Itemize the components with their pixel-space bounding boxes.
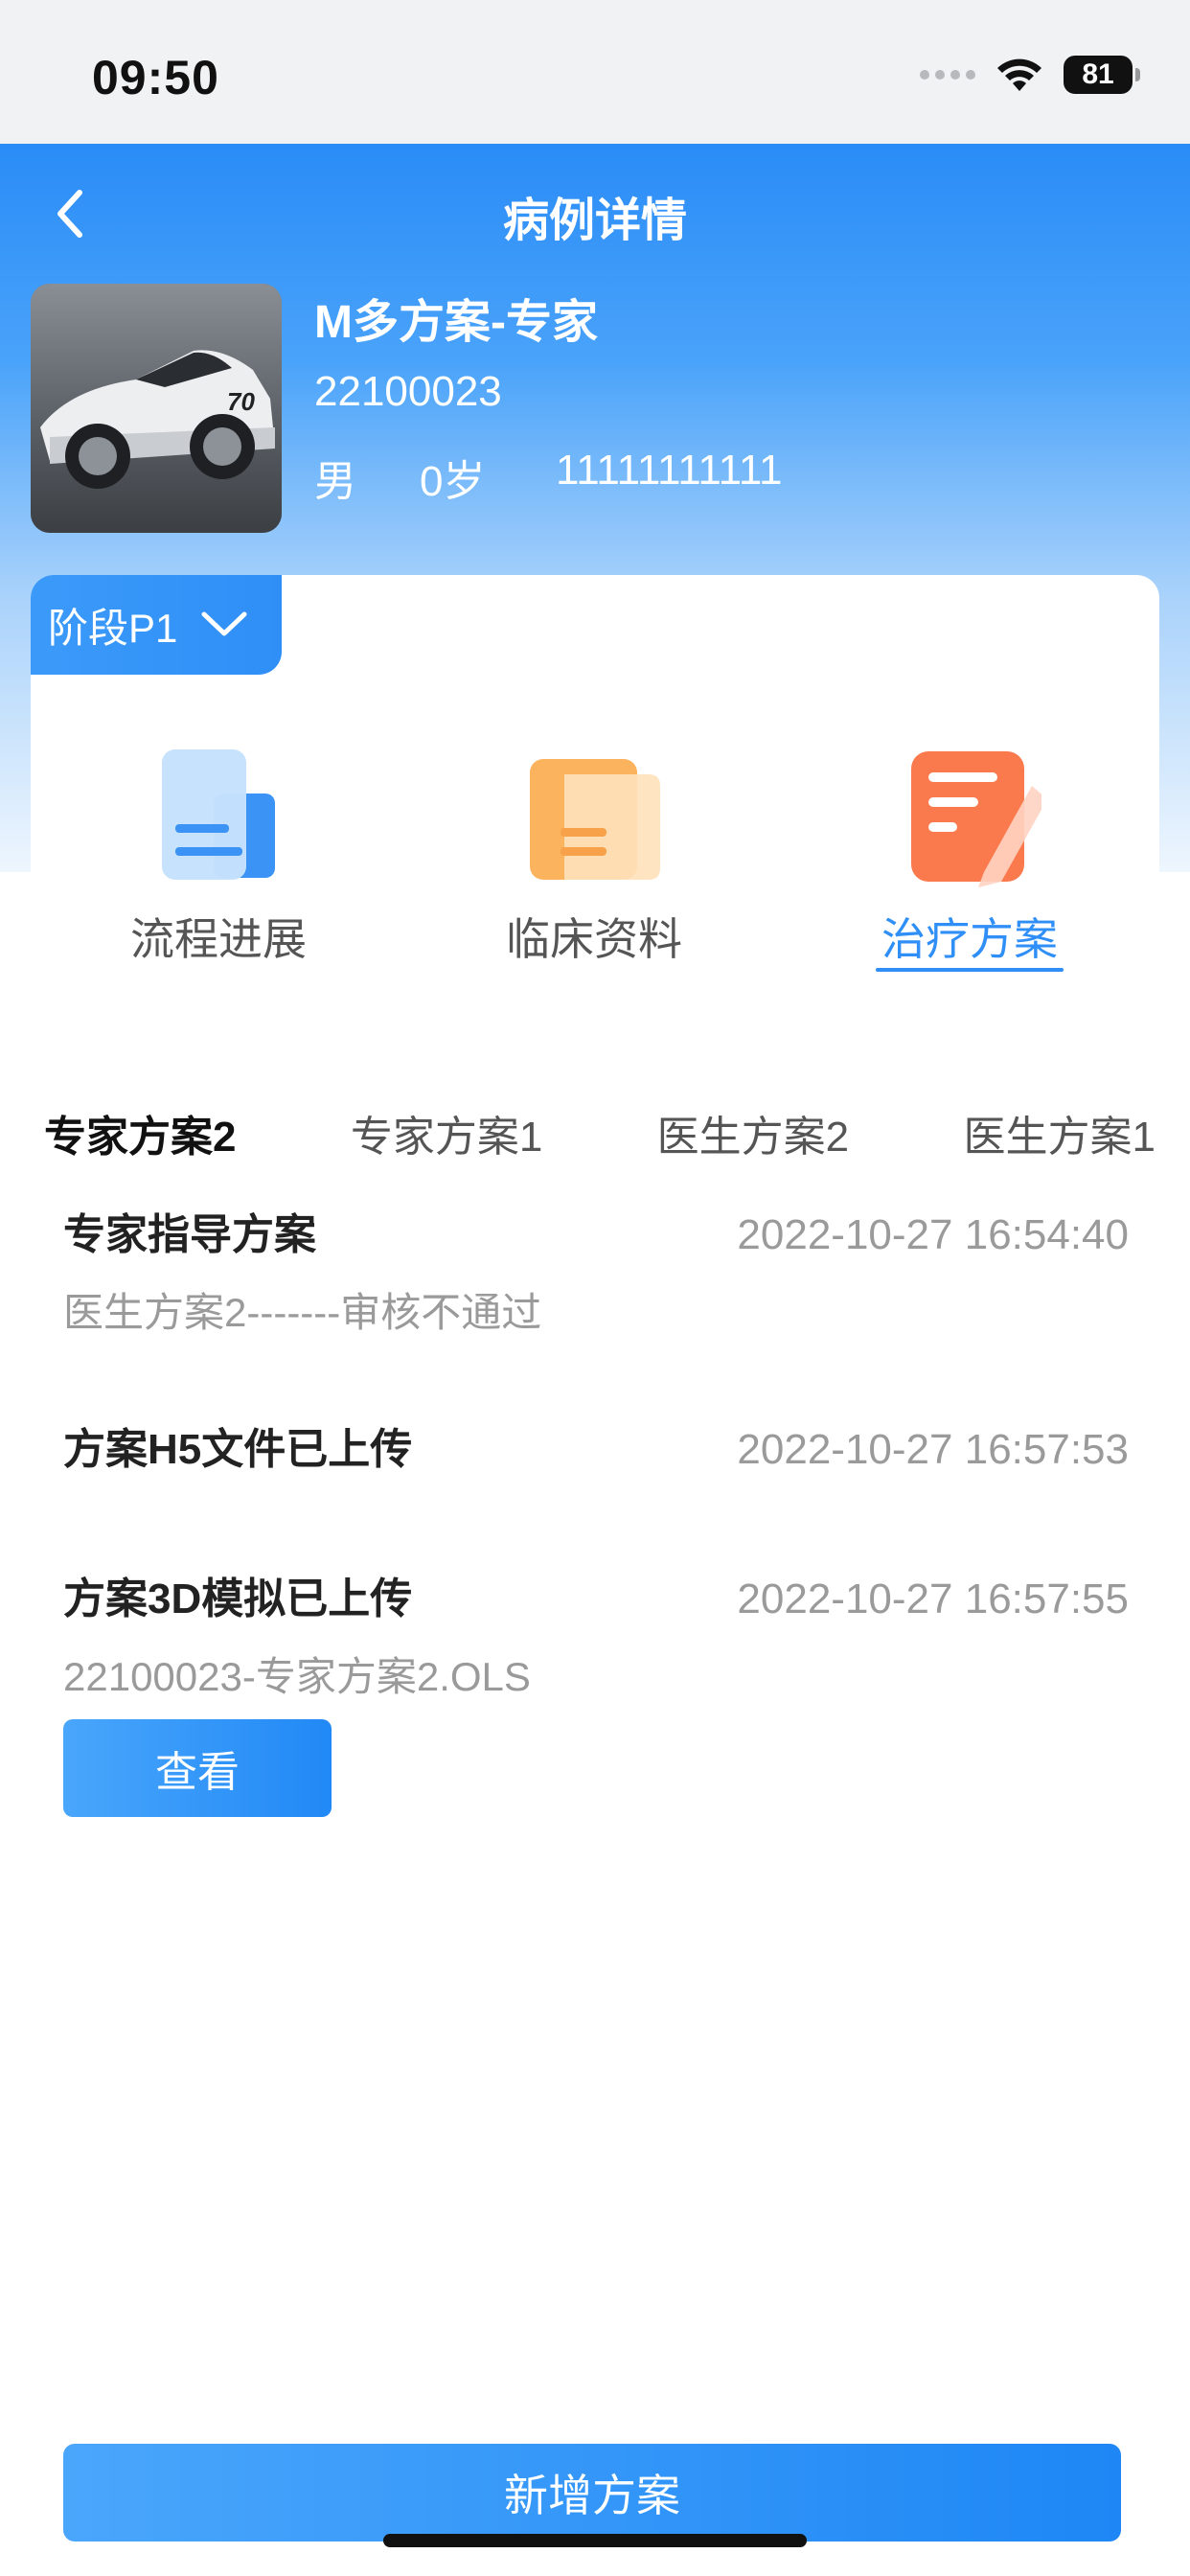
note-edit-icon bbox=[898, 748, 1047, 891]
record-title: 方案H5文件已上传 bbox=[63, 1426, 413, 1473]
patient-avatar: 70 bbox=[31, 284, 282, 533]
active-tab-underline bbox=[876, 968, 1064, 972]
document-icon bbox=[147, 748, 290, 891]
feature-label: 流程进展 bbox=[130, 914, 307, 964]
patient-meta: 男 0岁 11111111111 bbox=[314, 447, 783, 508]
record-title: 专家指导方案 bbox=[63, 1211, 316, 1258]
feature-clinical-data[interactable]: 临床资料 bbox=[450, 748, 738, 968]
record-time: 2022-10-27 16:54:40 bbox=[737, 1211, 1129, 1258]
folder-icon bbox=[522, 748, 666, 891]
plan-tabs: 专家方案2 专家方案1 医生方案2 医生方案1 bbox=[44, 1102, 1156, 1169]
list-item: 方案3D模拟已上传 2022-10-27 16:57:55 22100023-专… bbox=[63, 1564, 1129, 1703]
list-item: 方案H5文件已上传 2022-10-27 16:57:53 bbox=[63, 1414, 1129, 1476]
wifi-icon bbox=[997, 58, 1041, 91]
page-title: 病例详情 bbox=[502, 196, 687, 246]
case-id: 22100023 bbox=[314, 368, 502, 415]
stage-label: 阶段P1 bbox=[48, 605, 178, 651]
tab-expert-plan-2[interactable]: 专家方案2 bbox=[44, 1102, 236, 1169]
chevron-down-icon bbox=[201, 611, 247, 636]
status-bar: 09:50 81 bbox=[0, 0, 1190, 144]
cellular-signal-icon bbox=[920, 70, 975, 80]
battery-icon: 81 bbox=[1064, 56, 1140, 94]
patient-name: M多方案-专家 bbox=[314, 297, 598, 348]
patient-age: 0岁 bbox=[420, 458, 486, 505]
record-time: 2022-10-27 16:57:55 bbox=[737, 1576, 1129, 1622]
svg-text:70: 70 bbox=[227, 387, 255, 416]
home-indicator bbox=[383, 2534, 807, 2547]
add-plan-button[interactable]: 新增方案 bbox=[63, 2444, 1121, 2542]
stage-selector[interactable]: 阶段P1 bbox=[31, 575, 282, 675]
feature-process-progress[interactable]: 流程进展 bbox=[75, 748, 362, 968]
list-item: 专家指导方案 2022-10-27 16:54:40 医生方案2-------审… bbox=[63, 1200, 1129, 1339]
feature-treatment-plan[interactable]: 治疗方案 bbox=[826, 748, 1113, 972]
feature-label: 治疗方案 bbox=[881, 914, 1058, 964]
tab-doctor-plan-1[interactable]: 医生方案1 bbox=[963, 1102, 1155, 1169]
status-time: 09:50 bbox=[92, 51, 219, 104]
status-icons: 81 bbox=[920, 50, 1140, 100]
tab-expert-plan-1[interactable]: 专家方案1 bbox=[351, 1102, 542, 1169]
feature-label: 临床资料 bbox=[506, 914, 682, 964]
record-description: 22100023-专家方案2.OLS bbox=[63, 1654, 531, 1699]
record-description: 医生方案2-------审核不通过 bbox=[63, 1290, 542, 1335]
tab-doctor-plan-2[interactable]: 医生方案2 bbox=[657, 1102, 849, 1169]
patient-gender: 男 bbox=[314, 458, 356, 505]
record-time: 2022-10-27 16:57:53 bbox=[737, 1426, 1129, 1473]
record-title: 方案3D模拟已上传 bbox=[63, 1576, 413, 1622]
patient-phone: 11111111111 bbox=[556, 447, 783, 494]
view-button[interactable]: 查看 bbox=[63, 1719, 332, 1817]
